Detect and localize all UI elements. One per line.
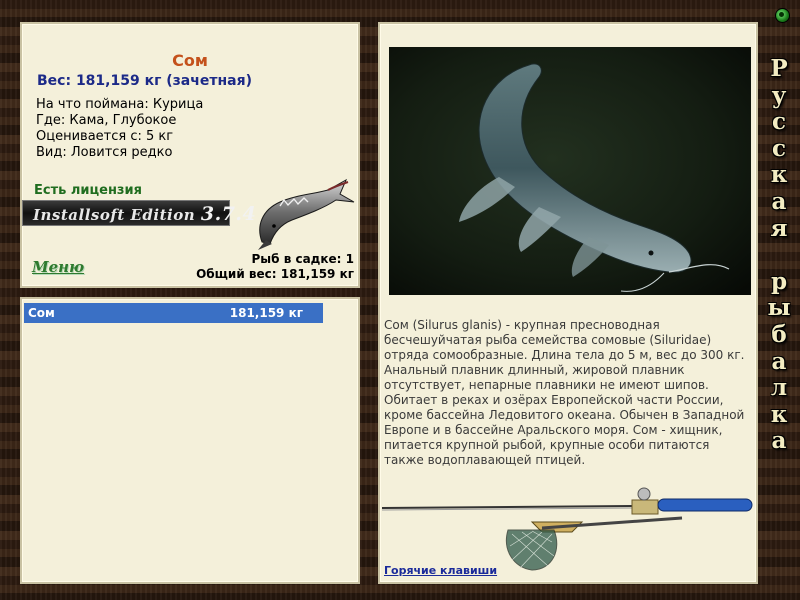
title-letter: Р [770, 55, 788, 82]
menu-link[interactable]: Меню [32, 258, 84, 276]
rod-and-net-icon [382, 487, 753, 571]
fish-name: Сом [172, 51, 208, 70]
bait-info: На что поймана: Курица [36, 97, 204, 112]
title-letter: к [770, 161, 788, 189]
kind-info: Вид: Ловится редко [36, 145, 173, 160]
fish-details-panel: Сом (Silurus glanis) - крупная пресновод… [378, 22, 758, 584]
edition-banner: Installsoft Edition 3.7.4 [22, 200, 256, 226]
title-letter: а [771, 427, 787, 455]
title-letter: с [771, 134, 786, 162]
window-control-button[interactable] [775, 8, 790, 23]
list-item[interactable]: Сом 181,159 кг [24, 303, 323, 323]
hotkeys-link[interactable]: Горячие клавиши [384, 564, 497, 577]
fish-description: Сом (Silurus glanis) - крупная пресновод… [384, 318, 745, 467]
title-letter: р [770, 267, 788, 295]
title-letter [764, 242, 794, 269]
location-info: Где: Кама, Глубокое [36, 113, 177, 128]
title-letter: а [771, 347, 787, 375]
title-letter: с [771, 108, 786, 136]
catch-list-panel: Сом 181,159 кг [20, 297, 360, 584]
sturgeon-icon [258, 178, 355, 250]
title-letter: ы [767, 294, 791, 322]
title-letter: я [770, 214, 788, 242]
catfish-photo [389, 47, 751, 295]
list-item-weight: 181,159 кг [229, 306, 303, 320]
fish-weight: Вес: 181,159 кг (зачетная) [37, 73, 252, 89]
fish-info-panel: Сом Вес: 181,159 кг (зачетная) На что по… [20, 22, 360, 288]
keepnet-total-weight: Общий вес: 181,159 кг [196, 267, 354, 281]
license-status: Есть лицензия [34, 183, 142, 198]
title-letter: а [771, 187, 787, 215]
title-letter: л [770, 374, 788, 402]
app-title-vertical: Р у с с к а я р ы б а л к а [764, 55, 794, 588]
keepnet-count: Рыб в садке: 1 [251, 252, 355, 266]
edition-label: Installsoft Edition [33, 206, 196, 224]
title-letter: у [771, 81, 787, 109]
valuation-info: Оценивается с: 5 кг [36, 129, 174, 144]
title-letter: к [770, 400, 788, 428]
title-letter: б [771, 320, 787, 348]
list-item-name: Сом [28, 306, 55, 320]
